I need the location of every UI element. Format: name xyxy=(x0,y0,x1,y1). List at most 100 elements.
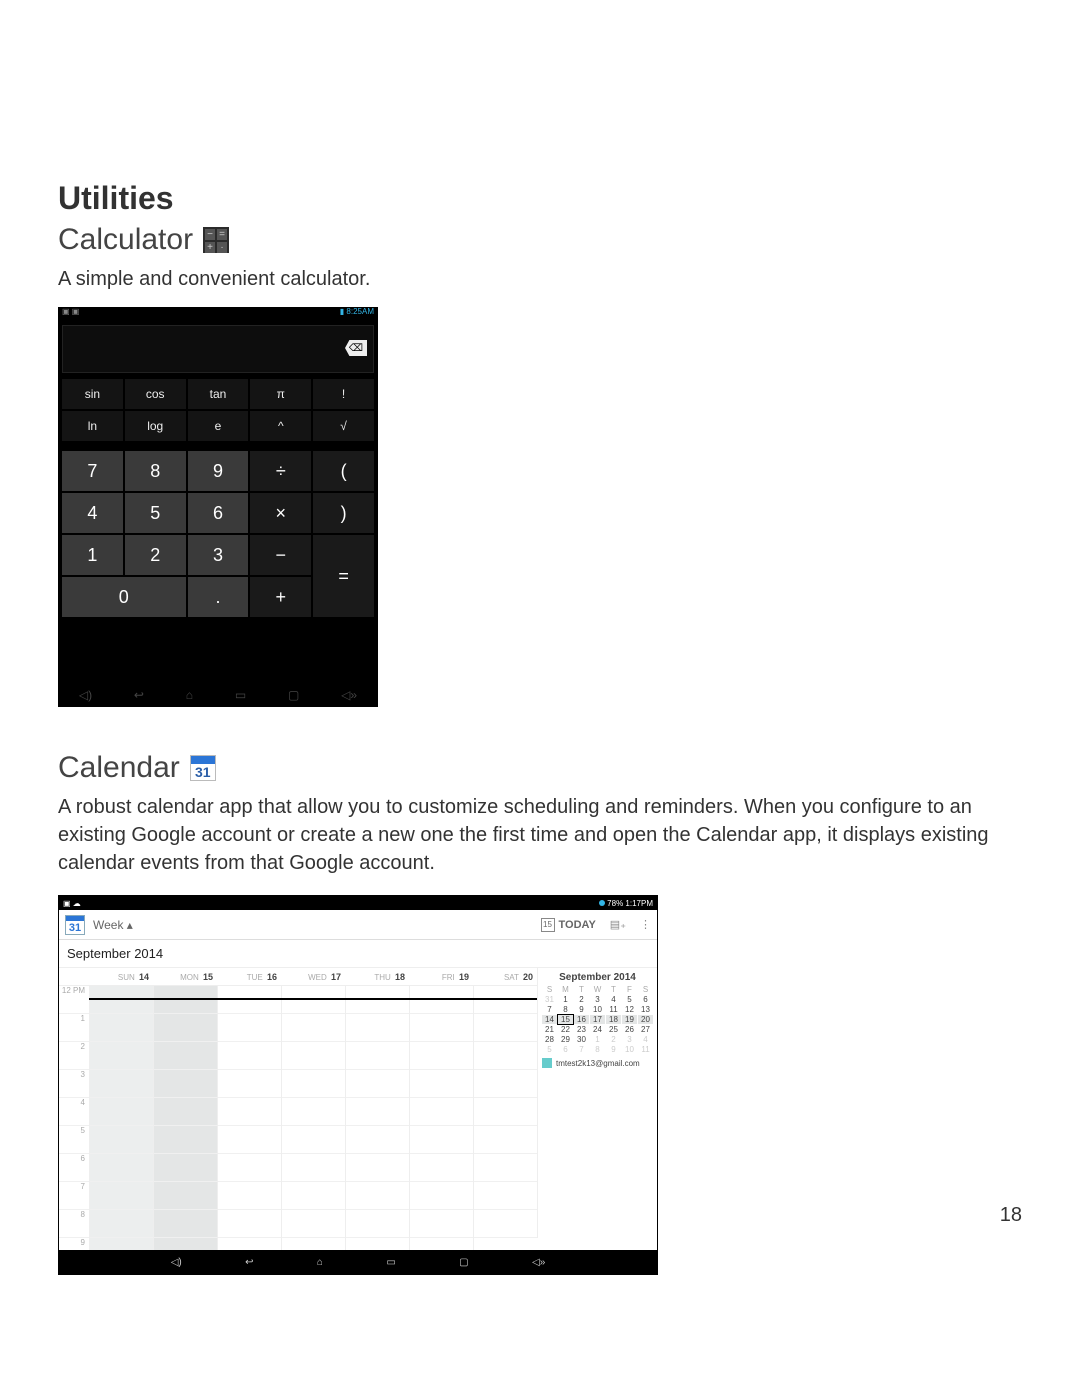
key-equals[interactable]: = xyxy=(313,535,374,617)
mini-day-cell[interactable]: 10 xyxy=(622,1045,637,1054)
mini-day-cell[interactable]: 9 xyxy=(574,1005,589,1014)
key-4[interactable]: 4 xyxy=(62,493,123,533)
key-rparen[interactable]: ) xyxy=(313,493,374,533)
mini-day-cell[interactable]: 19 xyxy=(622,1015,637,1024)
sci-key-π[interactable]: π xyxy=(250,379,311,409)
mini-day-cell[interactable]: 11 xyxy=(638,1045,653,1054)
mini-day-cell[interactable]: 5 xyxy=(542,1045,557,1054)
mini-day-cell[interactable]: 8 xyxy=(558,1005,573,1014)
mini-day-cell[interactable]: 11 xyxy=(606,1005,621,1014)
key-1[interactable]: 1 xyxy=(62,535,123,575)
mini-day-cell[interactable]: 27 xyxy=(638,1025,653,1034)
mini-day-cell[interactable]: 10 xyxy=(590,1005,605,1014)
today-button[interactable]: 15 TODAY xyxy=(541,918,596,932)
mini-day-cell[interactable]: 29 xyxy=(558,1035,573,1044)
mini-day-cell[interactable]: 26 xyxy=(622,1025,637,1034)
sci-key-tan[interactable]: tan xyxy=(188,379,249,409)
new-event-icon[interactable]: ▤₊ xyxy=(610,918,626,931)
mini-day-cell[interactable]: 5 xyxy=(622,995,637,1004)
mini-day-cell[interactable]: 24 xyxy=(590,1025,605,1034)
mini-day-cell[interactable]: 12 xyxy=(622,1005,637,1014)
key-divide[interactable]: ÷ xyxy=(250,451,311,491)
mini-day-cell[interactable]: 21 xyxy=(542,1025,557,1034)
calendar-toolbar-icon[interactable]: 31 xyxy=(65,915,85,935)
volume-icon[interactable]: ◁) xyxy=(79,688,92,702)
mini-day-cell[interactable]: 17 xyxy=(590,1015,605,1024)
back-icon[interactable]: ↩ xyxy=(245,1257,253,1268)
mini-day-cell[interactable]: 4 xyxy=(638,1035,653,1044)
mini-day-cell[interactable]: 30 xyxy=(574,1035,589,1044)
sci-key-cos[interactable]: cos xyxy=(125,379,186,409)
mini-day-cell[interactable]: 1 xyxy=(558,995,573,1004)
day-header[interactable]: SUN 14 xyxy=(89,972,153,982)
day-header[interactable]: TUE 16 xyxy=(217,972,281,982)
day-column[interactable] xyxy=(281,986,345,1266)
day-column[interactable] xyxy=(473,986,537,1266)
mini-day-cell[interactable]: 9 xyxy=(606,1045,621,1054)
key-0[interactable]: 0 xyxy=(62,577,186,617)
sci-key-![interactable]: ! xyxy=(313,379,374,409)
apps-icon[interactable]: ▢ xyxy=(459,1257,468,1268)
mini-day-cell[interactable]: 23 xyxy=(574,1025,589,1034)
key-lparen[interactable]: ( xyxy=(313,451,374,491)
key-3[interactable]: 3 xyxy=(188,535,249,575)
mini-day-cell[interactable]: 3 xyxy=(622,1035,637,1044)
view-selector[interactable]: Week ▴ xyxy=(93,918,133,932)
calendar-account[interactable]: tmtest2k13@gmail.com xyxy=(542,1058,653,1068)
key-9[interactable]: 9 xyxy=(188,451,249,491)
key-dot[interactable]: . xyxy=(188,577,249,617)
volume-icon-2[interactable]: ◁» xyxy=(341,688,357,702)
mini-day-cell[interactable]: 2 xyxy=(574,995,589,1004)
day-column[interactable] xyxy=(409,986,473,1266)
key-6[interactable]: 6 xyxy=(188,493,249,533)
mini-day-cell[interactable]: 22 xyxy=(558,1025,573,1034)
mini-day-cell[interactable]: 14 xyxy=(542,1015,557,1024)
back-icon[interactable]: ↩ xyxy=(134,688,144,702)
sci-key-^[interactable]: ^ xyxy=(250,411,311,441)
backspace-button[interactable]: ⌫ xyxy=(345,340,367,356)
key-8[interactable]: 8 xyxy=(125,451,186,491)
key-plus[interactable]: + xyxy=(250,577,311,617)
mini-day-cell[interactable]: 13 xyxy=(638,1005,653,1014)
screenshot-icon[interactable]: ▢ xyxy=(288,688,299,702)
mini-day-cell[interactable]: 1 xyxy=(590,1035,605,1044)
mini-day-cell[interactable]: 28 xyxy=(542,1035,557,1044)
mini-day-cell[interactable]: 25 xyxy=(606,1025,621,1034)
mini-day-cell[interactable]: 6 xyxy=(558,1045,573,1054)
home-icon[interactable]: ⌂ xyxy=(317,1257,323,1268)
key-2[interactable]: 2 xyxy=(125,535,186,575)
mini-day-cell[interactable]: 16 xyxy=(574,1015,589,1024)
key-5[interactable]: 5 xyxy=(125,493,186,533)
mini-day-cell[interactable]: 20 xyxy=(638,1015,653,1024)
volume-icon-2[interactable]: ◁» xyxy=(532,1257,545,1268)
day-column[interactable] xyxy=(345,986,409,1266)
day-header[interactable]: FRI 19 xyxy=(409,972,473,982)
day-header[interactable]: SAT 20 xyxy=(473,972,537,982)
sci-key-log[interactable]: log xyxy=(125,411,186,441)
recents-icon[interactable]: ▭ xyxy=(235,688,246,702)
day-header[interactable]: MON 15 xyxy=(153,972,217,982)
mini-day-cell[interactable]: 31 xyxy=(542,995,557,1004)
sci-key-ln[interactable]: ln xyxy=(62,411,123,441)
day-column[interactable] xyxy=(217,986,281,1266)
mini-day-cell[interactable]: 7 xyxy=(542,1005,557,1014)
key-multiply[interactable]: × xyxy=(250,493,311,533)
recents-icon[interactable]: ▭ xyxy=(386,1257,395,1268)
sci-key-sin[interactable]: sin xyxy=(62,379,123,409)
sci-key-√[interactable]: √ xyxy=(313,411,374,441)
mini-day-cell[interactable]: 3 xyxy=(590,995,605,1004)
mini-day-cell[interactable]: 6 xyxy=(638,995,653,1004)
day-column[interactable] xyxy=(89,986,153,1266)
key-7[interactable]: 7 xyxy=(62,451,123,491)
volume-icon[interactable]: ◁) xyxy=(171,1257,182,1268)
mini-day-cell[interactable]: 15 xyxy=(558,1015,573,1024)
day-header[interactable]: THU 18 xyxy=(345,972,409,982)
mini-day-cell[interactable]: 8 xyxy=(590,1045,605,1054)
mini-day-cell[interactable]: 18 xyxy=(606,1015,621,1024)
home-icon[interactable]: ⌂ xyxy=(186,688,193,702)
mini-day-cell[interactable]: 7 xyxy=(574,1045,589,1054)
calculator-display[interactable]: ⌫ xyxy=(62,325,374,373)
day-column[interactable] xyxy=(153,986,217,1266)
sci-key-e[interactable]: e xyxy=(188,411,249,441)
overflow-menu-icon[interactable]: ⋮ xyxy=(640,918,651,931)
